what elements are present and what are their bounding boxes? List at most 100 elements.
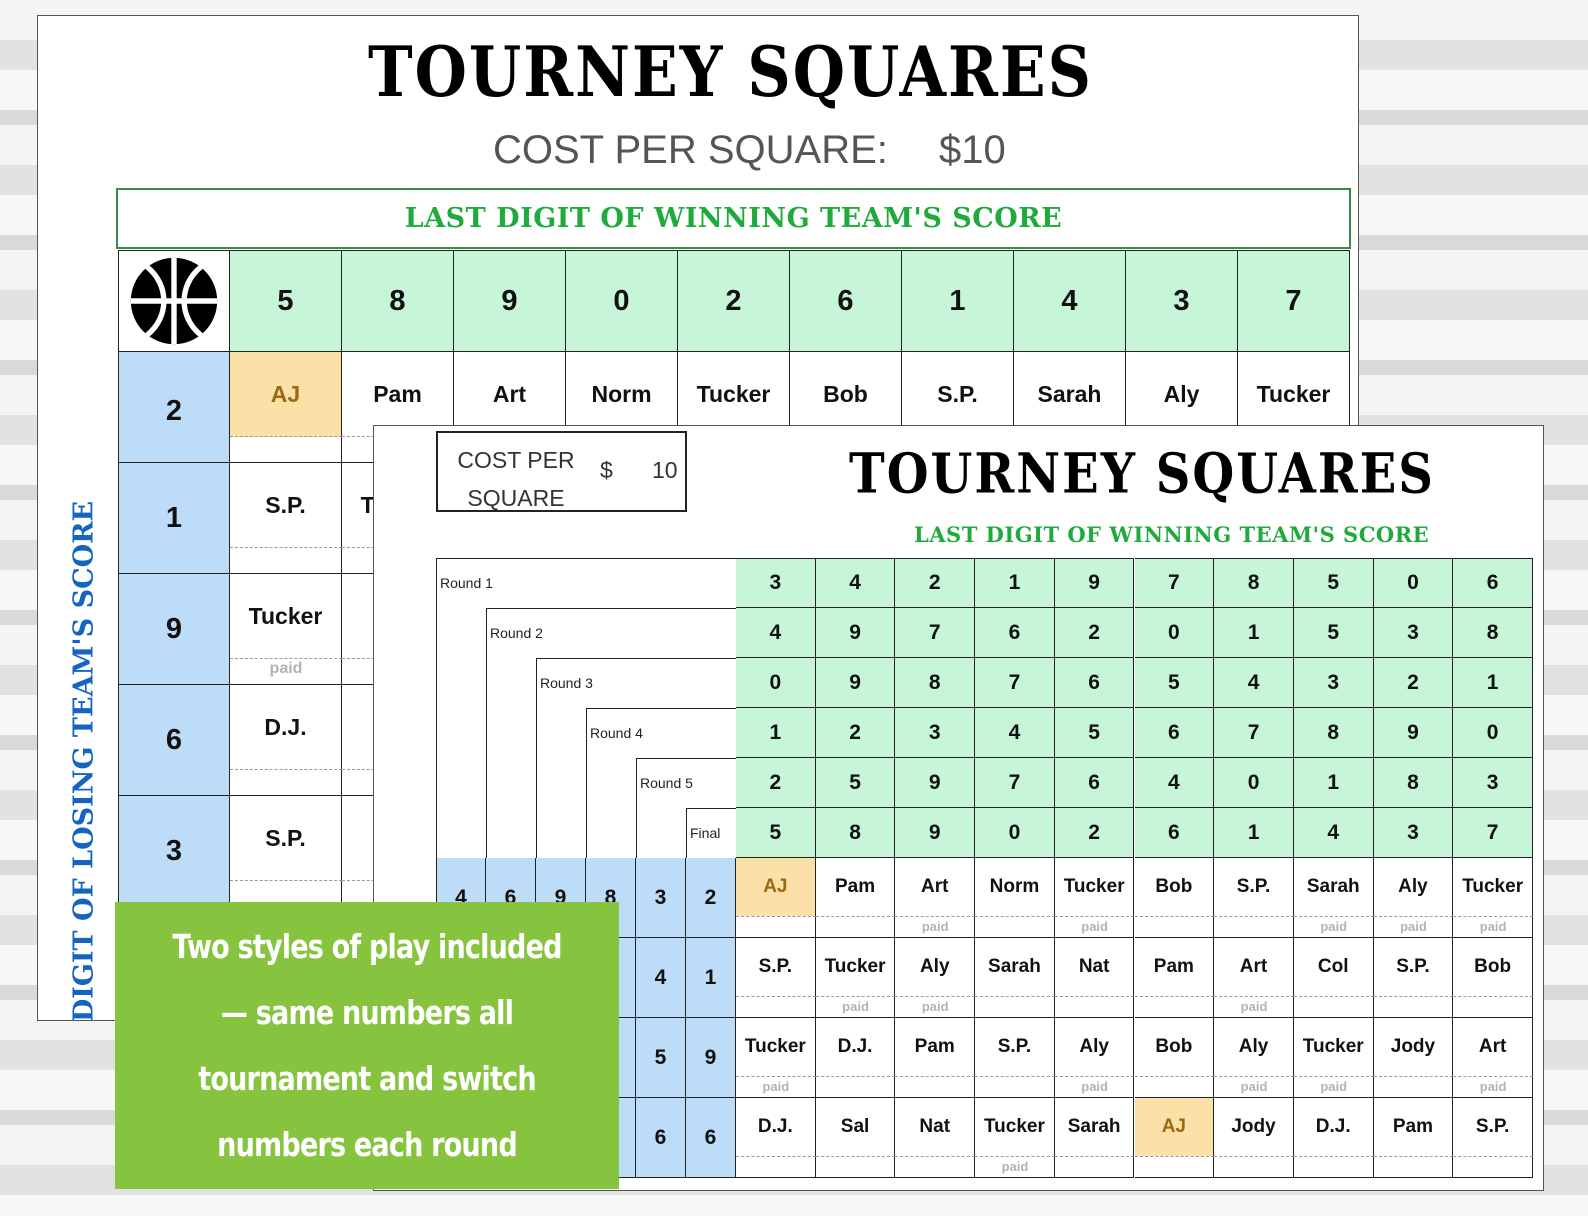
paid-area bbox=[895, 1077, 976, 1098]
square-name[interactable]: AJ bbox=[1134, 1098, 1215, 1156]
square-name[interactable]: S.P. bbox=[736, 938, 816, 996]
round-digit: 4 bbox=[1134, 758, 1215, 808]
square-name[interactable]: Sarah bbox=[1294, 858, 1374, 916]
square-name[interactable]: D.J. bbox=[1294, 1098, 1374, 1156]
round-digit: 0 bbox=[1214, 758, 1294, 808]
round-digit: 6 bbox=[1453, 558, 1533, 608]
paid-area bbox=[1214, 917, 1294, 938]
cost-currency: $ bbox=[600, 457, 613, 483]
square-name[interactable]: Col bbox=[1294, 938, 1374, 996]
promo-line: — same numbers all bbox=[220, 993, 514, 1033]
round-digit: 2 bbox=[1054, 808, 1135, 858]
square-name[interactable]: Pam bbox=[895, 1018, 976, 1076]
paid-area bbox=[975, 1077, 1055, 1098]
sheet1-cost: COST PER SQUARE: $10 bbox=[493, 128, 1006, 173]
round-digit: 2 bbox=[1054, 608, 1135, 658]
round-digit: 7 bbox=[975, 658, 1055, 708]
paid-area bbox=[815, 917, 896, 938]
square-name[interactable]: Pam bbox=[1374, 1098, 1454, 1156]
square-name[interactable]: AJ bbox=[230, 352, 342, 437]
round-digit: 8 bbox=[1293, 708, 1374, 758]
round-digit: 0 bbox=[1373, 558, 1454, 608]
square-name[interactable]: Tucker bbox=[1453, 858, 1533, 916]
round-digit: 6 bbox=[1054, 658, 1135, 708]
round-digit: 4 bbox=[975, 708, 1055, 758]
square-name[interactable]: S.P. bbox=[975, 1018, 1055, 1076]
promo-banner: Two styles of play included — same numbe… bbox=[115, 902, 619, 1189]
row-digit: 6 bbox=[686, 1098, 736, 1178]
round-digit: 1 bbox=[736, 708, 816, 758]
round-digit: 3 bbox=[1453, 758, 1533, 808]
square-name[interactable]: Art bbox=[895, 858, 976, 916]
paid-marker: paid bbox=[921, 999, 949, 1014]
square-name[interactable]: Bob bbox=[1135, 858, 1215, 916]
square-name[interactable]: Aly bbox=[895, 938, 976, 996]
square-name[interactable]: Jody bbox=[1374, 1018, 1454, 1076]
round-digit: 8 bbox=[1453, 608, 1533, 658]
square-name[interactable]: S.P. bbox=[230, 796, 342, 881]
square-name[interactable]: AJ bbox=[736, 858, 816, 916]
sheet2-title: TOURNEY SQUARES bbox=[849, 441, 1435, 507]
winning-header: LAST DIGIT OF WINNING TEAM'S SCORE bbox=[116, 188, 1351, 249]
square-name[interactable]: Pam bbox=[816, 858, 896, 916]
square-name[interactable]: Aly bbox=[1214, 1018, 1294, 1076]
square-name[interactable]: D.J. bbox=[816, 1018, 896, 1076]
round-digit: 9 bbox=[815, 658, 896, 708]
row-digit: 1 bbox=[686, 938, 736, 1018]
square-name[interactable]: Tucker bbox=[1294, 1018, 1374, 1076]
square-name[interactable]: Sal bbox=[816, 1098, 896, 1156]
square-name[interactable]: Tucker bbox=[736, 1018, 816, 1076]
row-digit: 5 bbox=[636, 1018, 686, 1098]
square-name[interactable]: S.P. bbox=[230, 463, 342, 548]
round-digit: 1 bbox=[1214, 608, 1294, 658]
square-name[interactable]: Aly bbox=[1374, 858, 1454, 916]
square-name[interactable]: Tucker bbox=[975, 1098, 1055, 1156]
cost-label: COST PER SQUARE: bbox=[493, 128, 888, 172]
square-name[interactable]: Nat bbox=[895, 1098, 976, 1156]
promo-line: numbers each round bbox=[217, 1124, 518, 1164]
round-digit: 5 bbox=[1134, 658, 1215, 708]
round-digit: 5 bbox=[736, 808, 816, 858]
round-digit: 3 bbox=[1373, 808, 1454, 858]
row-digit: 4 bbox=[636, 938, 686, 1018]
row-digit: 2 bbox=[119, 352, 230, 463]
square-name[interactable]: Bob bbox=[1453, 938, 1533, 996]
square-name[interactable]: Jody bbox=[1214, 1098, 1294, 1156]
paid-area bbox=[975, 997, 1055, 1018]
round-digit: 6 bbox=[1134, 708, 1215, 758]
square-name[interactable]: Tucker bbox=[230, 574, 342, 659]
square-name[interactable]: Tucker bbox=[1055, 858, 1135, 916]
col-digit: 2 bbox=[678, 251, 790, 352]
paid-marker: paid bbox=[1479, 919, 1507, 934]
square-name[interactable]: S.P. bbox=[1374, 938, 1454, 996]
paid-area bbox=[1373, 997, 1454, 1018]
square-name[interactable]: D.J. bbox=[736, 1098, 816, 1156]
paid-area bbox=[1214, 1157, 1294, 1178]
row-digit: 1 bbox=[119, 463, 230, 574]
square-name[interactable]: Bob bbox=[1135, 1018, 1215, 1076]
col-digit: 8 bbox=[342, 251, 454, 352]
square-name[interactable]: S.P. bbox=[1214, 858, 1294, 916]
paid-area bbox=[230, 770, 342, 796]
round-digit: 8 bbox=[895, 658, 976, 708]
square-name[interactable]: S.P. bbox=[1453, 1098, 1533, 1156]
square-name[interactable]: D.J. bbox=[230, 685, 342, 770]
promo-line: tournament and switch bbox=[198, 1058, 536, 1098]
round-digit: 5 bbox=[1293, 608, 1374, 658]
round-digit: 2 bbox=[815, 708, 896, 758]
square-name[interactable]: Aly bbox=[1055, 1018, 1135, 1076]
square-name[interactable]: Sarah bbox=[1055, 1098, 1135, 1156]
square-name[interactable]: Sarah bbox=[975, 938, 1055, 996]
round-label: Final bbox=[686, 808, 736, 858]
square-name[interactable]: Art bbox=[1453, 1018, 1533, 1076]
square-name[interactable]: Tucker bbox=[816, 938, 896, 996]
square-name[interactable]: Norm bbox=[975, 858, 1055, 916]
round-digit: 1 bbox=[1453, 658, 1533, 708]
col-digit: 7 bbox=[1238, 251, 1350, 352]
paid-area bbox=[1293, 1157, 1374, 1178]
square-name[interactable]: Pam bbox=[1135, 938, 1215, 996]
paid-marker: paid bbox=[1320, 919, 1348, 934]
square-name[interactable]: Nat bbox=[1055, 938, 1135, 996]
square-name[interactable]: Art bbox=[1214, 938, 1294, 996]
round-digit: 1 bbox=[1293, 758, 1374, 808]
